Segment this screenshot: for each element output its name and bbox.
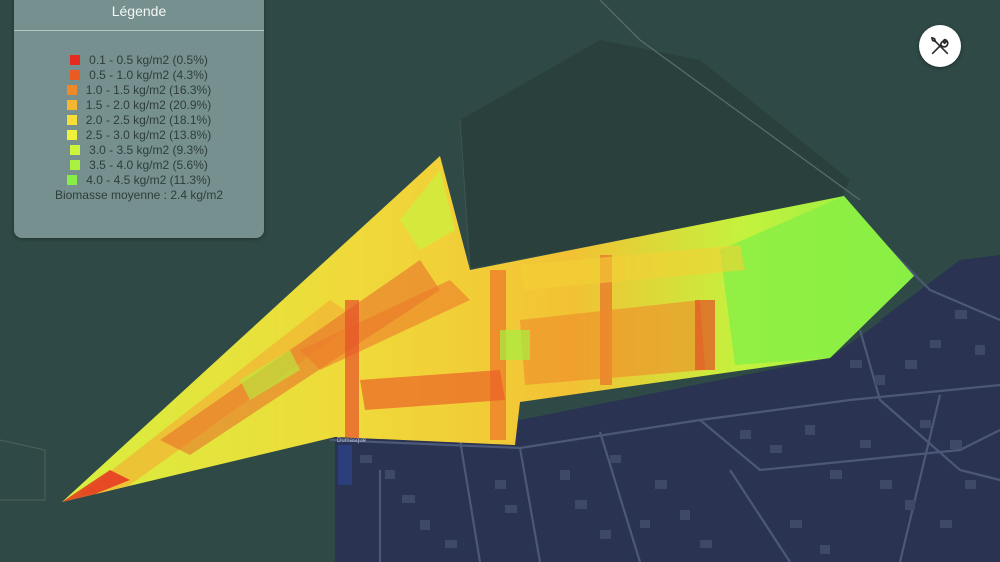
legend-item-label: 3.5 - 4.0 kg/m2 (5.6%)	[89, 157, 208, 172]
legend-item-label: 4.0 - 4.5 kg/m2 (11.3%)	[86, 172, 211, 187]
legend-item-label: 3.0 - 3.5 kg/m2 (9.3%)	[89, 142, 208, 157]
legend-list: 0.1 - 0.5 kg/m2 (0.5%) 0.5 - 1.0 kg/m2 (…	[14, 52, 264, 187]
legend-item: 0.1 - 0.5 kg/m2 (0.5%)	[14, 52, 264, 67]
legend-title: Légende	[14, 0, 264, 31]
legend-swatch	[70, 144, 81, 155]
legend-item: 1.5 - 2.0 kg/m2 (20.9%)	[14, 97, 264, 112]
legend-swatch	[67, 174, 78, 185]
blue-plot	[338, 445, 352, 485]
legend-item: 1.0 - 1.5 kg/m2 (16.3%)	[14, 82, 264, 97]
legend-swatch	[70, 69, 81, 80]
legend-swatch	[66, 84, 77, 95]
legend-item: 3.5 - 4.0 kg/m2 (5.6%)	[14, 157, 264, 172]
legend-swatch	[66, 114, 77, 125]
legend-item-label: 1.5 - 2.0 kg/m2 (20.9%)	[85, 97, 212, 112]
legend-swatch	[66, 129, 77, 140]
legend-item-label: 2.0 - 2.5 kg/m2 (18.1%)	[85, 112, 212, 127]
legend-item: 2.5 - 3.0 kg/m2 (13.8%)	[14, 127, 264, 142]
tools-button[interactable]	[919, 25, 961, 67]
legend-item: 3.0 - 3.5 kg/m2 (9.3%)	[14, 142, 264, 157]
legend-item: 2.0 - 2.5 kg/m2 (18.1%)	[14, 112, 264, 127]
legend-item-label: 0.1 - 0.5 kg/m2 (0.5%)	[89, 52, 208, 67]
legend-swatch	[70, 159, 81, 170]
wrench-screwdriver-icon	[930, 36, 949, 55]
legend-swatch	[66, 99, 77, 110]
road-label: Dumasque	[337, 438, 367, 444]
average-biomass: Biomasse moyenne : 2.4 kg/m2	[54, 188, 224, 202]
legend-swatch	[70, 54, 81, 65]
legend-panel: Légende 0.1 - 0.5 kg/m2 (0.5%) 0.5 - 1.0…	[14, 0, 264, 238]
legend-item-label: 2.5 - 3.0 kg/m2 (13.8%)	[85, 127, 212, 142]
legend-item: 4.0 - 4.5 kg/m2 (11.3%)	[14, 172, 264, 187]
legend-item: 0.5 - 1.0 kg/m2 (4.3%)	[14, 67, 264, 82]
legend-item-label: 1.0 - 1.5 kg/m2 (16.3%)	[85, 82, 212, 97]
legend-item-label: 0.5 - 1.0 kg/m2 (4.3%)	[89, 67, 208, 82]
